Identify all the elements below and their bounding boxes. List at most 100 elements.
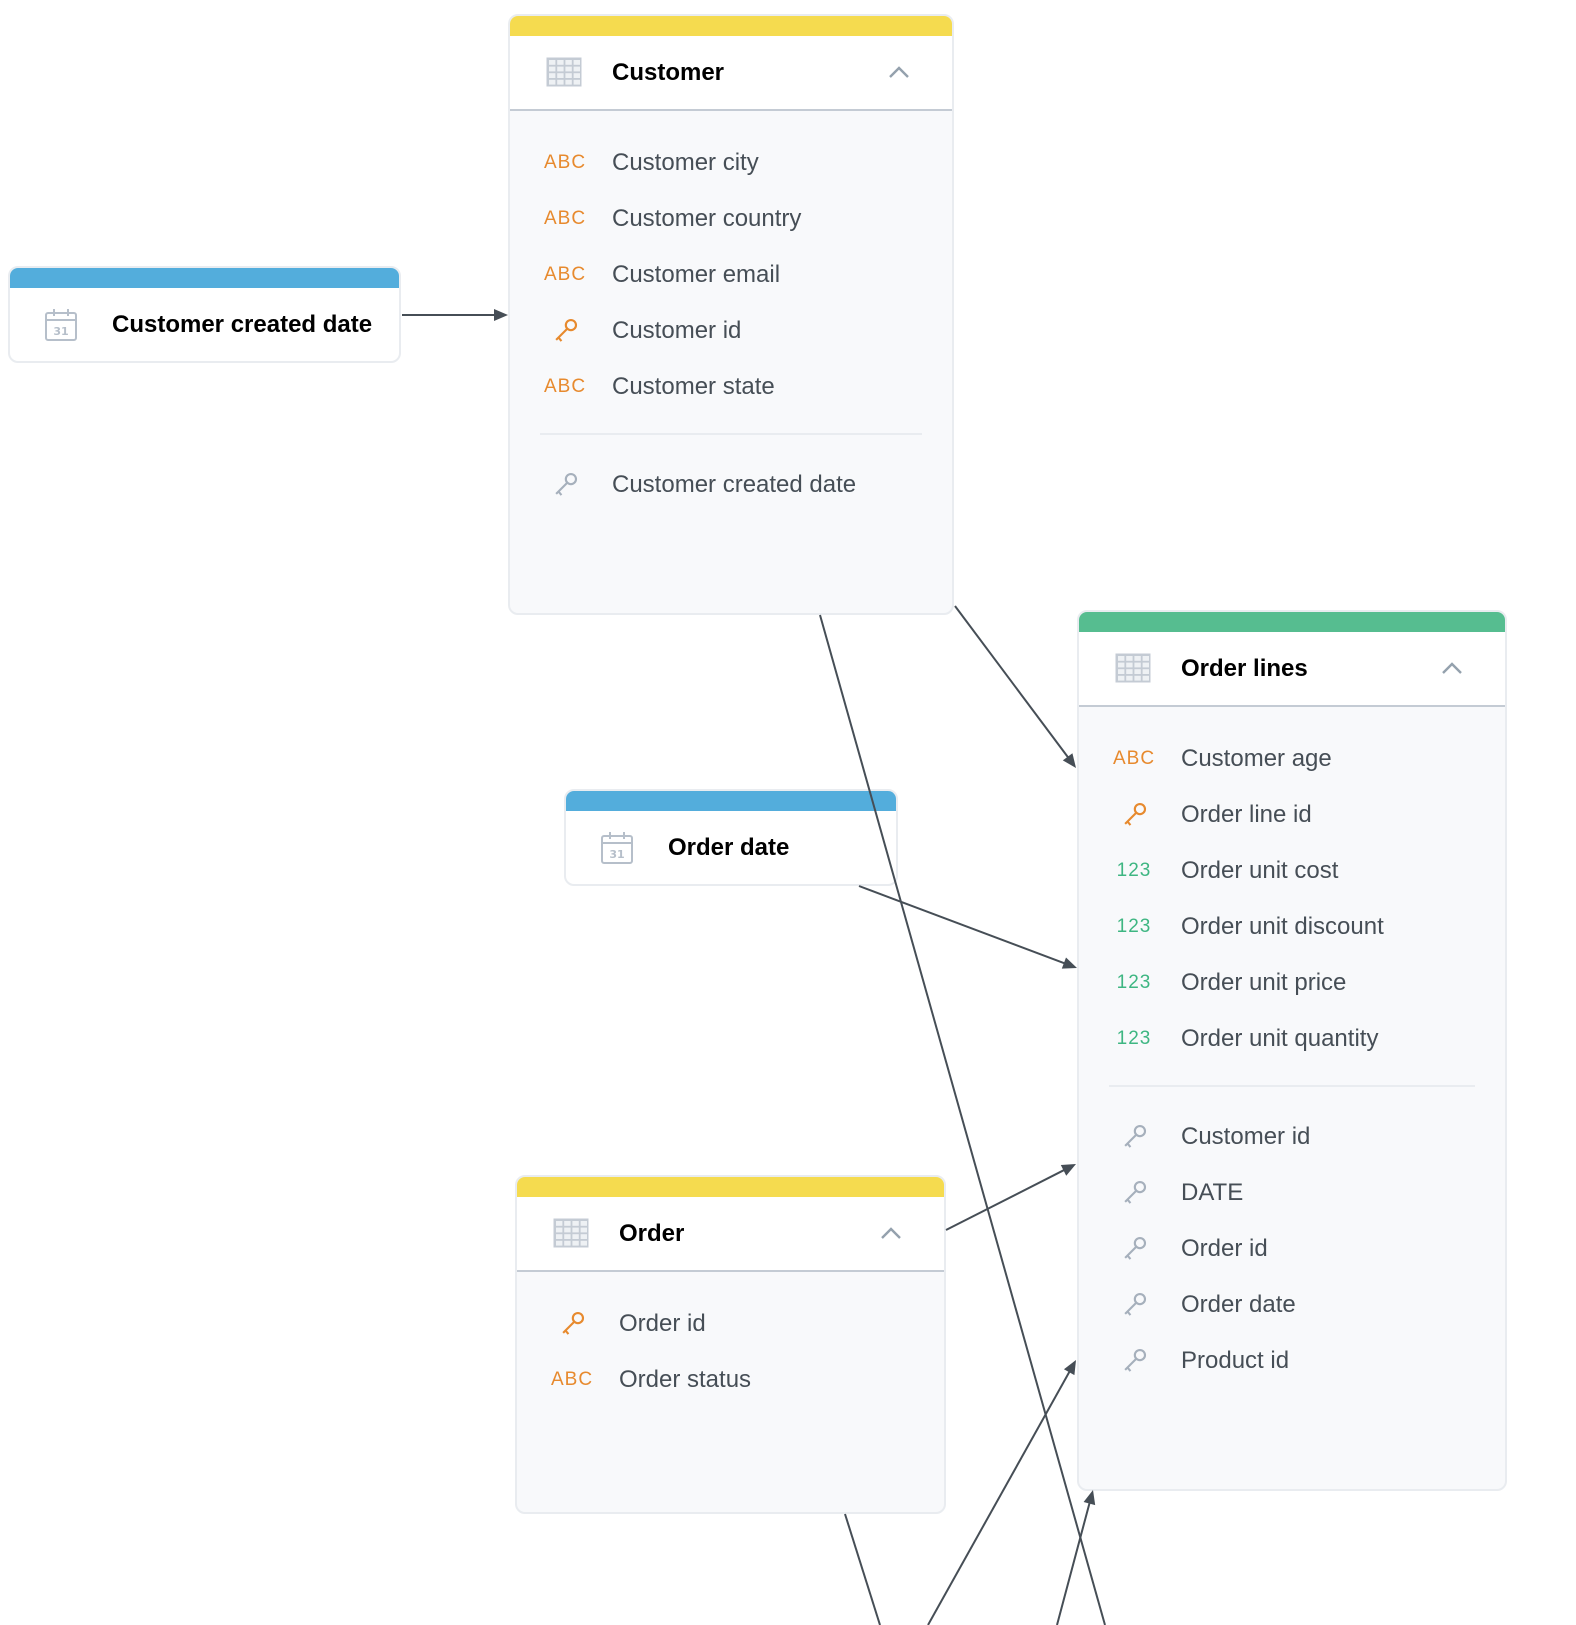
field-row[interactable]: ABC Customer age (1079, 731, 1505, 787)
attribute-type-icon: ABC (544, 264, 587, 285)
arrowhead-icon (1060, 1164, 1076, 1176)
arrowhead-icon (1062, 753, 1076, 768)
dataset-header: Order (517, 1197, 944, 1272)
key-icon (544, 318, 586, 344)
date-dataset-title: Order date (668, 834, 790, 861)
fact-type-icon: 123 (1116, 972, 1152, 993)
edge-order-date-to-order-lines[interactable] (858, 885, 1077, 969)
field-label: Customer email (612, 261, 781, 288)
svg-text:31: 31 (53, 325, 68, 338)
field-row[interactable]: 123 Order unit discount (1079, 899, 1505, 955)
edge-offscreen-to-order-lines[interactable] (927, 1360, 1076, 1625)
collapse-chevron-up-icon[interactable] (886, 62, 912, 82)
table-icon (546, 57, 582, 92)
dataset-color-strip (517, 1177, 944, 1197)
collapse-chevron-up-icon[interactable] (878, 1223, 904, 1243)
fact-type-icon: 123 (1116, 1028, 1152, 1049)
references-divider (540, 433, 922, 435)
field-row[interactable]: Order line id (1079, 787, 1505, 843)
edge-line (927, 1369, 1072, 1625)
field-list: ABC Customer city ABC Customer country ABC Cu… (510, 111, 952, 513)
fact-type-icon: 123 (1116, 916, 1152, 937)
key-icon (1113, 802, 1155, 828)
field-row[interactable]: 123 Order unit cost (1079, 843, 1505, 899)
edge-line (844, 1513, 881, 1625)
field-label: Order line id (1181, 801, 1312, 828)
field-label: Order id (619, 1310, 706, 1337)
reference-row[interactable]: Order date (1079, 1277, 1505, 1333)
references-divider (1109, 1085, 1475, 1087)
field-label: Customer id (1181, 1123, 1311, 1150)
field-label: Product id (1181, 1347, 1290, 1374)
arrowhead-icon (1083, 1490, 1096, 1506)
field-row[interactable]: 123 Order unit quantity (1079, 1011, 1505, 1067)
dataset-title: Customer (612, 58, 725, 86)
edge-customer-created-date-to-customer[interactable] (402, 309, 508, 321)
field-row[interactable]: Order id (517, 1296, 944, 1352)
reference-key-icon (1113, 1236, 1155, 1262)
field-label: Customer city (612, 149, 759, 176)
reference-row[interactable]: Customer created date (510, 457, 952, 513)
field-row[interactable]: 123 Order unit price (1079, 955, 1505, 1011)
field-label: Customer created date (612, 471, 857, 498)
field-list: Order id ABC Order status (517, 1272, 944, 1408)
reference-row[interactable]: Customer id (1079, 1109, 1505, 1165)
reference-row[interactable]: Product id (1079, 1333, 1505, 1389)
table-icon (553, 1218, 589, 1253)
dataset-card-order[interactable]: Order Order id ABC Order status (515, 1175, 946, 1514)
reference-key-icon (1113, 1180, 1155, 1206)
field-label: Order date (1181, 1291, 1296, 1318)
field-list: ABC Customer age Order line id 123 Order uni… (1079, 707, 1505, 1389)
attribute-type-icon: ABC (1113, 748, 1156, 769)
field-label: Order status (619, 1366, 752, 1393)
dataset-color-strip (510, 16, 952, 36)
field-row[interactable]: ABC Customer country (510, 191, 952, 247)
dataset-header: Order lines (1079, 632, 1505, 707)
attribute-type-icon: ABC (551, 1369, 594, 1390)
date-color-strip (10, 268, 399, 288)
field-label: Order unit cost (1181, 857, 1339, 884)
edge-customer-to-order-lines[interactable] (954, 605, 1076, 768)
fact-type-icon: 123 (1116, 860, 1152, 881)
attribute-type-icon: ABC (544, 152, 587, 173)
reference-key-icon (544, 472, 586, 498)
field-row[interactable]: Customer id (510, 303, 952, 359)
dataset-card-order-lines[interactable]: Order lines ABC Customer age Order line id… (1077, 610, 1507, 1491)
arrowhead-icon (1061, 957, 1077, 969)
arrowhead-icon (1063, 1360, 1076, 1376)
field-label: DATE (1181, 1179, 1244, 1206)
reference-key-icon (1113, 1348, 1155, 1374)
field-label: Order unit price (1181, 969, 1347, 996)
field-row[interactable]: ABC Order status (517, 1352, 944, 1408)
svg-text:31: 31 (609, 848, 624, 861)
field-row[interactable]: ABC Customer state (510, 359, 952, 415)
date-dataset-order-date[interactable]: 31 Order date (564, 789, 898, 886)
edge-line (954, 605, 1071, 760)
field-label: Order unit discount (1181, 913, 1384, 940)
attribute-type-icon: ABC (544, 376, 587, 397)
edge-order-to-order-lines[interactable] (945, 1164, 1076, 1231)
dataset-header: Customer (510, 36, 952, 111)
dataset-title: Order lines (1181, 654, 1308, 682)
date-dataset-title: Customer created date (112, 311, 373, 338)
field-row[interactable]: ABC Customer email (510, 247, 952, 303)
field-row[interactable]: ABC Customer city (510, 135, 952, 191)
calendar-icon: 31 (600, 831, 634, 870)
reference-key-icon (1113, 1124, 1155, 1150)
date-dataset-customer-created-date[interactable]: 31 Customer created date (8, 266, 401, 363)
edge-order-to-offscreen[interactable] (844, 1513, 881, 1625)
field-label: Customer id (612, 317, 742, 344)
date-color-strip (566, 791, 896, 811)
reference-row[interactable]: DATE (1079, 1165, 1505, 1221)
dataset-card-customer[interactable]: Customer ABC Customer city ABC Customer cou… (508, 14, 954, 615)
arrowhead-icon (494, 309, 508, 321)
field-label: Customer state (612, 373, 775, 400)
collapse-chevron-up-icon[interactable] (1439, 658, 1465, 678)
reference-key-icon (1113, 1292, 1155, 1318)
field-label: Order unit quantity (1181, 1025, 1379, 1052)
edge-offscreen-to-order-lines-bottom[interactable] (1056, 1490, 1096, 1625)
attribute-type-icon: ABC (544, 208, 587, 229)
dataset-title: Order (619, 1219, 685, 1247)
calendar-icon: 31 (44, 308, 78, 347)
reference-row[interactable]: Order id (1079, 1221, 1505, 1277)
